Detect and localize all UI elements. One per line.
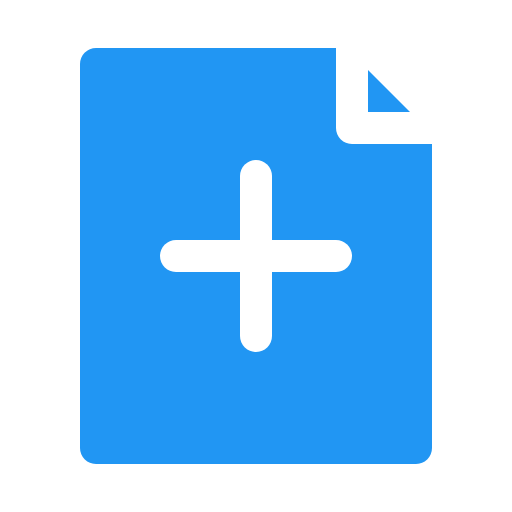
new-file-icon [80, 48, 432, 464]
new-file-icon-canvas [0, 0, 512, 512]
folded-corner [368, 70, 410, 112]
plus-horizontal-bar [160, 240, 352, 272]
